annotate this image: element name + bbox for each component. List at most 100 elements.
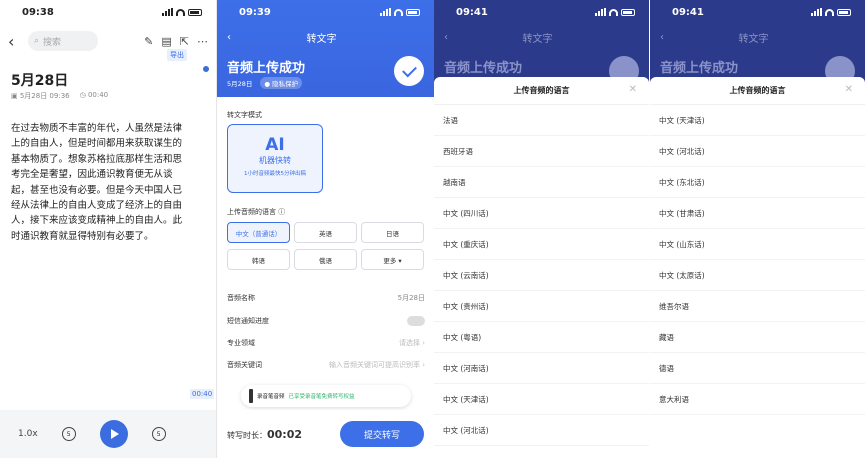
back-icon[interactable]: ‹ xyxy=(8,32,20,51)
language-sheet: 上传音频的语言 ✕ 法语 西班牙语 越南语 中文 (四川话) 中文 (重庆话) … xyxy=(434,77,649,458)
language-item[interactable]: 中文 (河北话) xyxy=(650,136,865,167)
rewind-5-icon[interactable]: 5 xyxy=(61,427,76,441)
status-time: 09:38 xyxy=(22,6,54,18)
status-icons xyxy=(811,8,851,16)
domain-select[interactable]: 请选择 › xyxy=(399,338,425,348)
nav-title: 转文字 xyxy=(306,33,337,45)
language-item[interactable]: 法语 xyxy=(434,105,649,136)
note-duration: 00:40 xyxy=(87,91,109,99)
status-icons xyxy=(162,8,202,16)
language-item[interactable]: 中文 (甘肃话) xyxy=(650,198,865,229)
keyword-row[interactable]: 音频关键词 输入音频关键词可提高识别率 › xyxy=(227,360,425,370)
language-item[interactable]: 藏语 xyxy=(650,322,865,353)
language-item[interactable]: 中文 (山东话) xyxy=(650,229,865,260)
upload-title: 音频上传成功 xyxy=(444,61,523,76)
language-item[interactable]: 维吾尔语 xyxy=(650,291,865,322)
upload-date: 5月28日 xyxy=(227,80,253,88)
transcribe-form: 转文字模式 AI 机器快转 1小时音频最快5分钟出稿 上传音频的语言 ⓘ 中文（… xyxy=(217,97,434,410)
close-icon[interactable]: ✕ xyxy=(629,84,637,95)
document-icon[interactable]: ▤ xyxy=(161,35,171,48)
lang-option-more[interactable]: 更多 ▾ xyxy=(361,249,424,270)
language-item[interactable]: 中文 (贵州话) xyxy=(434,291,649,322)
language-item[interactable]: 德语 xyxy=(650,353,865,384)
duration-info: 转写时长：00:02 xyxy=(227,428,302,441)
wifi-icon xyxy=(176,8,185,16)
sms-row: 短信通知进度 xyxy=(227,316,425,326)
status-bar: 09:38 xyxy=(0,0,216,24)
more-icon[interactable]: ⋯ xyxy=(197,35,208,48)
toast-text: 录音笔音频 xyxy=(257,394,285,400)
lang-option-russian[interactable]: 俄语 xyxy=(294,249,357,270)
audio-name-row[interactable]: 音频名称 5月28日 xyxy=(227,293,425,303)
sheet-header: 上传音频的语言 ✕ xyxy=(650,77,865,105)
edit-icon[interactable]: ✎ xyxy=(144,35,153,48)
sms-toggle[interactable] xyxy=(407,316,425,326)
lang-option-korean[interactable]: 韩语 xyxy=(227,249,290,270)
lang-option-japanese[interactable]: 日语 xyxy=(361,222,424,243)
language-item[interactable]: 越南语 xyxy=(434,167,649,198)
close-icon[interactable]: ✕ xyxy=(845,84,853,95)
status-icons xyxy=(380,8,420,16)
lang-option-english[interactable]: 英语 xyxy=(294,222,357,243)
submit-button[interactable]: 提交转写 xyxy=(340,421,424,447)
status-time: 09:41 xyxy=(672,6,704,18)
nav-bar: ‹ 转文字 xyxy=(434,24,649,50)
note-body[interactable]: 在过去物质不丰富的年代，人虽然是法律上的自由人，但是时间都用来获取谋生的基本物质… xyxy=(11,121,191,244)
nav-title: 转文字 xyxy=(738,33,769,45)
audio-player: 1.0x 5 5 xyxy=(0,410,216,458)
status-time: 09:39 xyxy=(239,6,271,18)
language-item[interactable]: 中文 (重庆话) xyxy=(434,229,649,260)
signal-icon xyxy=(595,8,606,16)
ai-mode-card[interactable]: AI 机器快转 1小时音频最快5分钟出稿 xyxy=(227,124,323,193)
language-item[interactable]: 意大利语 xyxy=(650,384,865,415)
nav-title: 转文字 xyxy=(522,33,553,45)
language-item[interactable]: 中文 (天津话) xyxy=(650,105,865,136)
search-input[interactable]: ⌕ 搜索 xyxy=(28,31,98,51)
toast-benefit: 已享受录音笔免费转写权益 xyxy=(288,394,355,400)
language-item[interactable]: 中文 (东北话) xyxy=(650,167,865,198)
battery-icon xyxy=(621,8,635,16)
recording-dot-icon xyxy=(203,66,209,72)
upload-title: 音频上传成功 xyxy=(227,61,306,76)
language-item[interactable]: 中文 (太原话) xyxy=(650,260,865,291)
keyword-label: 音频关键词 xyxy=(227,361,262,369)
share-icon[interactable]: ⇱ xyxy=(180,35,189,48)
battery-icon xyxy=(837,8,851,16)
wifi-icon xyxy=(394,8,403,16)
language-item[interactable]: 中文 (云南话) xyxy=(434,260,649,291)
timestamp-badge[interactable]: 00:40 xyxy=(190,389,215,399)
wifi-icon xyxy=(609,8,618,16)
wifi-icon xyxy=(825,8,834,16)
language-item[interactable]: 中文 (四川话) xyxy=(434,198,649,229)
audio-name-label: 音频名称 xyxy=(227,294,255,302)
language-item[interactable]: 西班牙语 xyxy=(434,136,649,167)
battery-icon xyxy=(188,8,202,16)
language-item[interactable]: 中文 (粤语) xyxy=(434,322,649,353)
status-bar: 09:41 xyxy=(650,0,865,24)
sheet-title: 上传音频的语言 xyxy=(513,86,570,95)
domain-row[interactable]: 专业领域 请选择 › xyxy=(227,338,425,348)
note-title: 5月28日 xyxy=(11,73,69,89)
duration-label: 转写时长： xyxy=(227,430,267,440)
search-placeholder: 搜索 xyxy=(43,37,62,48)
export-badge[interactable]: 导出 xyxy=(167,49,187,61)
language-item[interactable]: 中文 (天津话) xyxy=(434,384,649,415)
calendar-meta: ▣ 5月28日 09:36 xyxy=(11,91,70,101)
signal-icon xyxy=(811,8,822,16)
success-check-icon xyxy=(394,56,424,86)
audio-name-value[interactable]: 5月28日 xyxy=(398,293,425,303)
transcribe-screen: 09:39 ‹ 转文字 音频上传成功 5月28日 ● 隐私保护 转文字模式 AI… xyxy=(217,0,434,458)
language-sheet-screen-2: 09:41 ‹ 转文字 音频上传成功 上传音频的语言 ✕ 中文 (天津话) 中文… xyxy=(650,0,865,458)
lang-option-mandarin[interactable]: 中文（普通话） xyxy=(227,222,290,243)
speed-button[interactable]: 1.0x xyxy=(18,429,38,439)
recorder-toast: 录音笔音频 已享受录音笔免费转写权益 xyxy=(241,385,411,407)
language-sheet: 上传音频的语言 ✕ 中文 (天津话) 中文 (河北话) 中文 (东北话) 中文 … xyxy=(650,77,865,458)
clock-icon: ◷ xyxy=(79,91,88,99)
language-item[interactable]: 中文 (河北话) xyxy=(434,415,649,446)
play-button[interactable] xyxy=(99,420,128,448)
keyword-input[interactable]: 输入音频关键词可提高识别率 › xyxy=(329,360,425,370)
status-time: 09:41 xyxy=(456,6,488,18)
language-item[interactable]: 中文 (河南话) xyxy=(434,353,649,384)
nav-bar: ‹ 转文字 xyxy=(650,24,865,50)
forward-5-icon[interactable]: 5 xyxy=(151,427,166,441)
